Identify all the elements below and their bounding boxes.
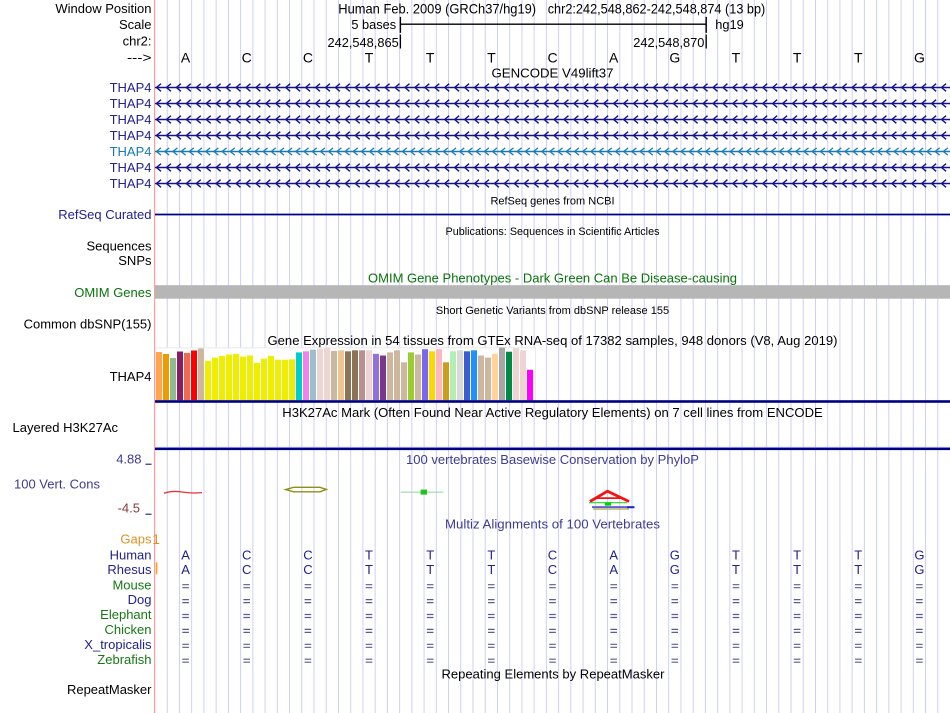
svg-text:SNPs: SNPs (118, 253, 152, 268)
svg-text:T: T (365, 562, 373, 577)
svg-text:Publications: Sequences in Sci: Publications: Sequences in Scientific Ar… (446, 226, 660, 238)
svg-text:Scale: Scale (119, 17, 152, 32)
svg-text:RepeatMasker: RepeatMasker (67, 682, 152, 697)
svg-text:--->: ---> (127, 50, 152, 65)
svg-text:X_tropicalis: X_tropicalis (84, 637, 152, 652)
svg-text:OMIM Gene Phenotypes - Dark Gr: OMIM Gene Phenotypes - Dark Green Can Be… (368, 270, 737, 285)
svg-text:Zebrafish: Zebrafish (97, 652, 151, 667)
svg-text:T: T (793, 547, 801, 562)
svg-text:G: G (914, 49, 925, 65)
svg-text:T: T (854, 562, 862, 577)
svg-text:THAP4: THAP4 (110, 80, 152, 95)
svg-text:T: T (793, 49, 802, 65)
svg-text:T: T (426, 547, 434, 562)
svg-text:242,548,865: 242,548,865 (328, 35, 399, 50)
svg-text:Mouse: Mouse (112, 577, 151, 592)
svg-text:G: G (669, 49, 680, 65)
svg-text:THAP4: THAP4 (110, 96, 152, 111)
svg-text:THAP4: THAP4 (110, 128, 152, 143)
svg-text:H3K27Ac Mark (Often Found Near: H3K27Ac Mark (Often Found Near Active Re… (282, 405, 823, 420)
svg-text:A: A (181, 49, 191, 65)
svg-text:Window Position: Window Position (55, 1, 151, 16)
svg-text:T: T (487, 562, 495, 577)
svg-text:THAP4: THAP4 (110, 176, 152, 191)
svg-text:chr2:242,548,862-242,548,874 (: chr2:242,548,862-242,548,874 (13 bp) (548, 0, 766, 16)
svg-text:RefSeq Curated: RefSeq Curated (58, 207, 151, 222)
svg-text:T: T (732, 562, 740, 577)
svg-text:C: C (303, 562, 312, 577)
svg-text:T: T (732, 49, 741, 65)
svg-text:100 Vert. Cons: 100 Vert. Cons (14, 476, 100, 491)
svg-text:C: C (242, 562, 251, 577)
svg-text:A: A (609, 562, 618, 577)
svg-text:T: T (365, 49, 374, 65)
svg-text:Dog: Dog (128, 592, 152, 607)
svg-text:THAP4: THAP4 (110, 369, 152, 384)
svg-text:T: T (793, 562, 801, 577)
svg-text:T: T (854, 49, 863, 65)
svg-text:A: A (181, 547, 190, 562)
svg-text:Gene Expression in 54 tissues: Gene Expression in 54 tissues from GTEx … (268, 333, 838, 348)
svg-text:T: T (426, 49, 435, 65)
svg-text:C: C (303, 547, 312, 562)
svg-text:G: G (914, 562, 924, 577)
svg-text:Chicken: Chicken (105, 622, 152, 637)
svg-text:A: A (609, 49, 619, 65)
svg-text:C: C (242, 547, 251, 562)
svg-text:THAP4: THAP4 (110, 112, 152, 127)
svg-text:C: C (303, 49, 313, 65)
svg-text:C: C (548, 562, 557, 577)
svg-text:Common dbSNP(155): Common dbSNP(155) (24, 316, 152, 331)
svg-text:GENCODE V49lift37: GENCODE V49lift37 (492, 66, 614, 81)
svg-text:chr2:: chr2: (123, 34, 152, 49)
svg-text:OMIM Genes: OMIM Genes (74, 285, 152, 300)
svg-text:RefSeq genes from NCBI: RefSeq genes from NCBI (490, 195, 614, 207)
svg-text:T: T (854, 547, 862, 562)
svg-text:Multiz Alignments of 100 Verte: Multiz Alignments of 100 Vertebrates (445, 517, 660, 532)
svg-text:Elephant: Elephant (100, 607, 152, 622)
svg-text:A: A (181, 562, 190, 577)
svg-text:C: C (242, 49, 252, 65)
svg-text:1: 1 (152, 532, 160, 547)
svg-text:G: G (670, 547, 680, 562)
svg-text:4.88: 4.88 (116, 452, 141, 467)
svg-text:A: A (609, 547, 618, 562)
svg-text:Short Genetic Variants from db: Short Genetic Variants from dbSNP releas… (436, 305, 669, 317)
svg-text:Human Feb. 2009 (GRCh37/hg19): Human Feb. 2009 (GRCh37/hg19) (338, 0, 536, 16)
svg-text:THAP4: THAP4 (110, 144, 152, 159)
svg-text:242,548,870: 242,548,870 (633, 35, 704, 50)
svg-text:Rhesus: Rhesus (107, 562, 152, 577)
svg-text:T: T (487, 49, 496, 65)
svg-text:Layered H3K27Ac: Layered H3K27Ac (13, 420, 119, 435)
svg-text:Human: Human (110, 547, 152, 562)
svg-text:THAP4: THAP4 (110, 160, 152, 175)
svg-text:Repeating Elements by RepeatMa: Repeating Elements by RepeatMasker (442, 666, 666, 681)
svg-text:G: G (914, 547, 924, 562)
svg-text:Sequences: Sequences (86, 239, 152, 254)
svg-text:hg19: hg19 (715, 17, 743, 32)
svg-text:5 bases: 5 bases (351, 17, 396, 32)
svg-text:T: T (426, 562, 434, 577)
svg-text:T: T (365, 547, 373, 562)
svg-text:Gaps: Gaps (120, 531, 152, 546)
svg-text:T: T (732, 547, 740, 562)
svg-text:100 vertebrates Basewise Conse: 100 vertebrates Basewise Conservation by… (406, 452, 699, 467)
svg-text:C: C (547, 49, 557, 65)
svg-text:G: G (670, 562, 680, 577)
svg-text:T: T (487, 547, 495, 562)
svg-text:-4.5: -4.5 (118, 501, 140, 516)
svg-text:C: C (548, 547, 557, 562)
